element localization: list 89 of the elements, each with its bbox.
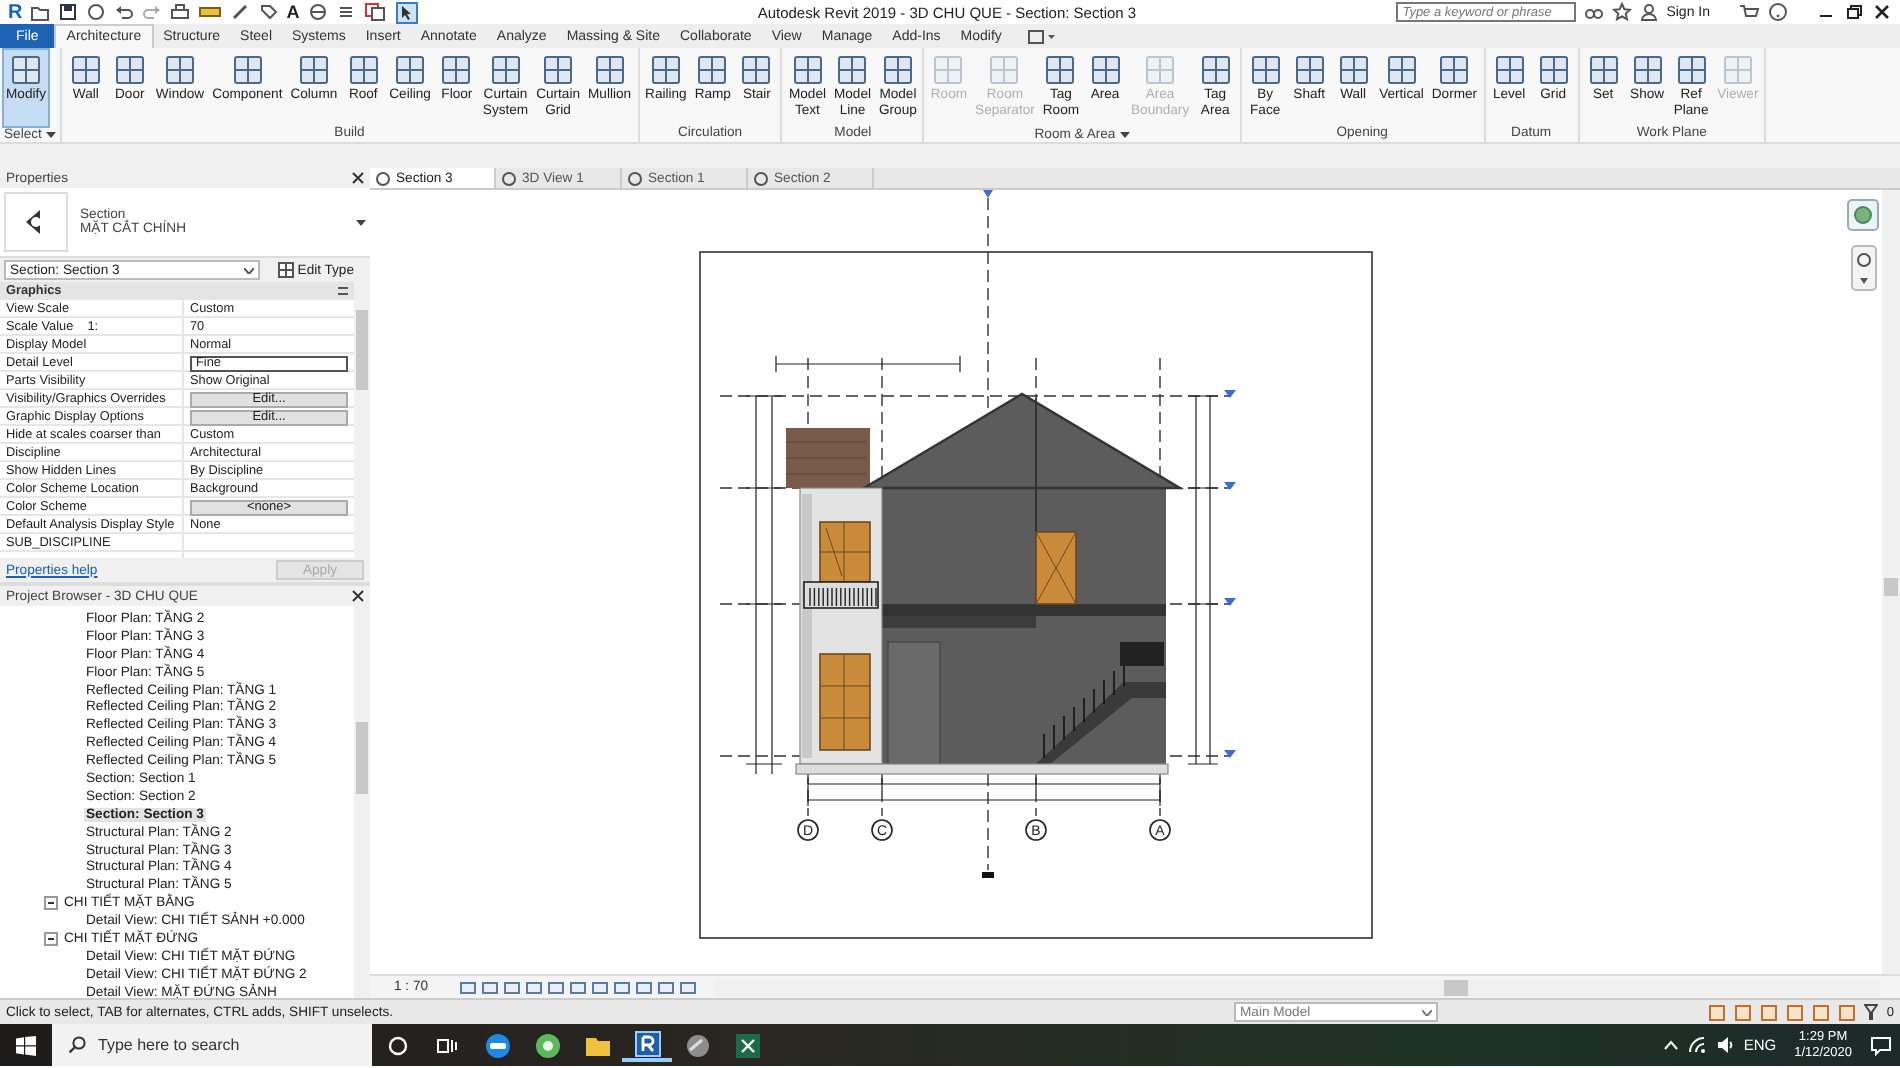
tool-icon <box>1491 52 1528 88</box>
view-icon <box>628 171 642 185</box>
tool-icon <box>161 52 198 88</box>
app-icon[interactable] <box>733 1031 761 1059</box>
tool-icon <box>986 52 1023 88</box>
tool-icon <box>1291 52 1328 88</box>
scrollbar[interactable] <box>714 979 1880 995</box>
app-logo: R <box>8 1 23 23</box>
windows-logo-icon[interactable] <box>16 1035 36 1055</box>
print-icon[interactable] <box>170 2 191 22</box>
tool-icon <box>8 52 45 88</box>
close-icon[interactable] <box>352 590 364 602</box>
user-icon <box>1640 2 1659 22</box>
measure-icon[interactable] <box>198 2 223 22</box>
tool-icon <box>295 52 332 88</box>
view-icon <box>502 171 516 185</box>
caret-icon[interactable] <box>356 219 366 225</box>
chevron-icon <box>1422 1009 1432 1015</box>
tool-icon <box>1042 52 1079 88</box>
zoom-icon[interactable] <box>1851 245 1877 291</box>
tool-icon <box>591 52 628 88</box>
speaker-icon[interactable] <box>1715 1036 1734 1054</box>
tool-icon <box>392 52 429 88</box>
text-tool[interactable]: A <box>286 2 300 22</box>
globe-icon[interactable] <box>307 2 328 22</box>
navigation-wheel-icon[interactable] <box>1847 199 1879 231</box>
tool-icon <box>438 52 475 88</box>
panel-toggle-icon[interactable] <box>1027 29 1056 43</box>
search-field[interactable]: Type here to search <box>52 1024 372 1066</box>
tag-icon[interactable] <box>258 2 279 22</box>
notification-icon[interactable] <box>1870 1035 1892 1055</box>
close-icon[interactable] <box>1872 2 1892 22</box>
tool-icon <box>1436 52 1473 88</box>
save-icon[interactable] <box>58 2 79 22</box>
tool-icon <box>1197 52 1234 88</box>
pencil-icon[interactable] <box>230 2 251 22</box>
collapse-icon[interactable] <box>44 896 58 911</box>
collapse-icon[interactable] <box>338 286 348 296</box>
cart-icon[interactable] <box>1738 2 1760 22</box>
folder-icon[interactable] <box>30 2 51 22</box>
tool-icon <box>1087 52 1123 88</box>
circle-icon[interactable] <box>387 1035 407 1055</box>
task-view-icon[interactable] <box>436 1035 458 1055</box>
tool-icon <box>67 52 104 88</box>
tool-icon <box>1535 52 1572 88</box>
caret-icon <box>1119 132 1130 138</box>
filter-icon[interactable] <box>1864 1004 1879 1020</box>
app-icon[interactable] <box>683 1031 711 1059</box>
caret-up-icon[interactable] <box>1663 1040 1678 1050</box>
chevron-icon <box>243 267 254 273</box>
tool-icon <box>1629 52 1666 88</box>
tool-icon <box>789 52 826 88</box>
thin-lines-icon[interactable] <box>335 2 356 22</box>
view-icon <box>754 171 768 185</box>
tool-icon <box>879 52 916 88</box>
tool-icon <box>647 52 684 88</box>
close-icon[interactable] <box>352 172 364 184</box>
edit-type-icon <box>277 262 294 278</box>
tool-icon <box>694 52 731 88</box>
restore-icon[interactable] <box>1844 2 1864 22</box>
app-icon[interactable] <box>533 1031 561 1059</box>
tool-icon <box>738 52 775 88</box>
tool-icon <box>111 52 148 88</box>
tool-icon <box>345 52 382 88</box>
tool-icon <box>540 52 577 88</box>
windows-icon[interactable] <box>363 2 388 22</box>
view-icon <box>376 171 390 185</box>
pointer-icon[interactable] <box>395 1 418 23</box>
tool-icon <box>1585 52 1622 88</box>
tool-icon <box>1719 52 1756 88</box>
collapse-icon[interactable] <box>44 931 58 946</box>
app-icon[interactable] <box>483 1031 511 1059</box>
app-icon[interactable] <box>633 1029 661 1057</box>
star-icon[interactable] <box>1612 2 1633 22</box>
tool-icon <box>1142 52 1179 88</box>
tool-icon <box>1247 52 1284 88</box>
tool-icon <box>834 52 871 88</box>
tool-icon <box>930 52 967 88</box>
tool-icon <box>1673 52 1710 88</box>
tool-icon <box>487 52 524 88</box>
tool-icon <box>1335 52 1372 88</box>
search-icon <box>68 1036 86 1054</box>
network-icon[interactable] <box>1687 1036 1706 1054</box>
tool-icon <box>1383 52 1420 88</box>
tool-icon <box>229 52 266 88</box>
scrollbar[interactable] <box>1882 190 1900 974</box>
undo-icon[interactable] <box>114 2 135 22</box>
caret-icon <box>45 132 56 138</box>
help-icon[interactable] <box>1768 2 1788 22</box>
